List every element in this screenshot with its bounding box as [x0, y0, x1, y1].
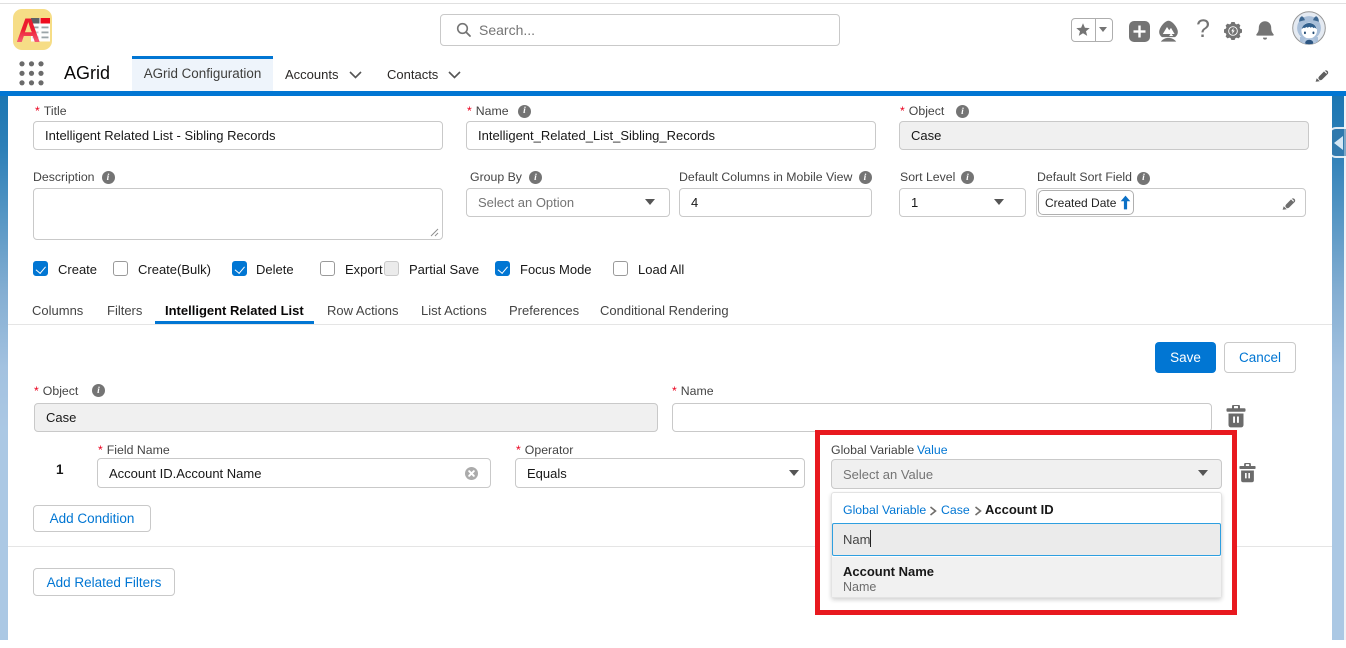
svg-text:A: A [16, 12, 41, 50]
